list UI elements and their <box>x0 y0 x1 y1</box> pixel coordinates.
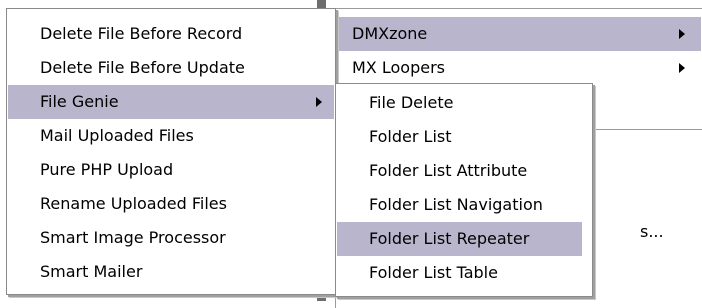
menu-item-folder-list[interactable]: Folder List <box>337 120 582 154</box>
menu-item-label: MX Loopers <box>352 58 445 77</box>
menu-item-label: Rename Uploaded Files <box>40 194 227 213</box>
menu-item-label: Folder List Navigation <box>369 195 543 214</box>
menu-item-label: Folder List <box>369 127 452 146</box>
file-genie-submenu: File Delete Folder List Folder List Attr… <box>335 83 593 297</box>
menu-item-dmxzone[interactable]: DMXzone <box>337 17 701 51</box>
menu-item-label: DMXzone <box>352 24 428 43</box>
menu-item-label: Smart Image Processor <box>40 228 226 247</box>
menu-item-smart-mailer[interactable]: Smart Mailer <box>8 255 334 289</box>
menu-item-label: Mail Uploaded Files <box>40 126 194 145</box>
menu-item-folder-list-attribute[interactable]: Folder List Attribute <box>337 154 582 188</box>
menu-item-folder-list-navigation[interactable]: Folder List Navigation <box>337 188 582 222</box>
menu-item-file-genie[interactable]: File Genie <box>8 85 334 119</box>
menu-item-delete-file-before-update[interactable]: Delete File Before Update <box>8 51 334 85</box>
obscured-menu-item-text: s... <box>640 222 664 241</box>
menu-item-label: File Genie <box>40 92 119 111</box>
menu-item-folder-list-repeater[interactable]: Folder List Repeater <box>337 222 582 256</box>
menu-item-rename-uploaded-files[interactable]: Rename Uploaded Files <box>8 187 334 221</box>
submenu-arrow-icon <box>316 97 322 107</box>
menu-item-label: Smart Mailer <box>40 262 143 281</box>
submenu-arrow-icon <box>679 29 685 39</box>
menu-item-label: Folder List Repeater <box>369 229 530 248</box>
menu-item-label: Delete File Before Update <box>40 58 245 77</box>
menu-item-smart-image-processor[interactable]: Smart Image Processor <box>8 221 334 255</box>
menu-item-pure-php-upload[interactable]: Pure PHP Upload <box>8 153 334 187</box>
menu-item-delete-file-before-record[interactable]: Delete File Before Record <box>8 17 334 51</box>
menu-item-label: File Delete <box>369 93 454 112</box>
menu-item-mail-uploaded-files[interactable]: Mail Uploaded Files <box>8 119 334 153</box>
menu-item-mx-loopers[interactable]: MX Loopers <box>337 51 701 85</box>
server-behaviors-menu: Delete File Before Record Delete File Be… <box>6 8 336 295</box>
menu-item-label: Delete File Before Record <box>40 24 243 43</box>
submenu-arrow-icon <box>679 63 685 73</box>
menu-item-label: Folder List Table <box>369 263 498 282</box>
menu-item-label: Pure PHP Upload <box>40 160 174 179</box>
menu-item-file-delete[interactable]: File Delete <box>337 86 582 120</box>
menu-item-folder-list-table[interactable]: Folder List Table <box>337 256 582 290</box>
menu-item-label: Folder List Attribute <box>369 161 528 180</box>
